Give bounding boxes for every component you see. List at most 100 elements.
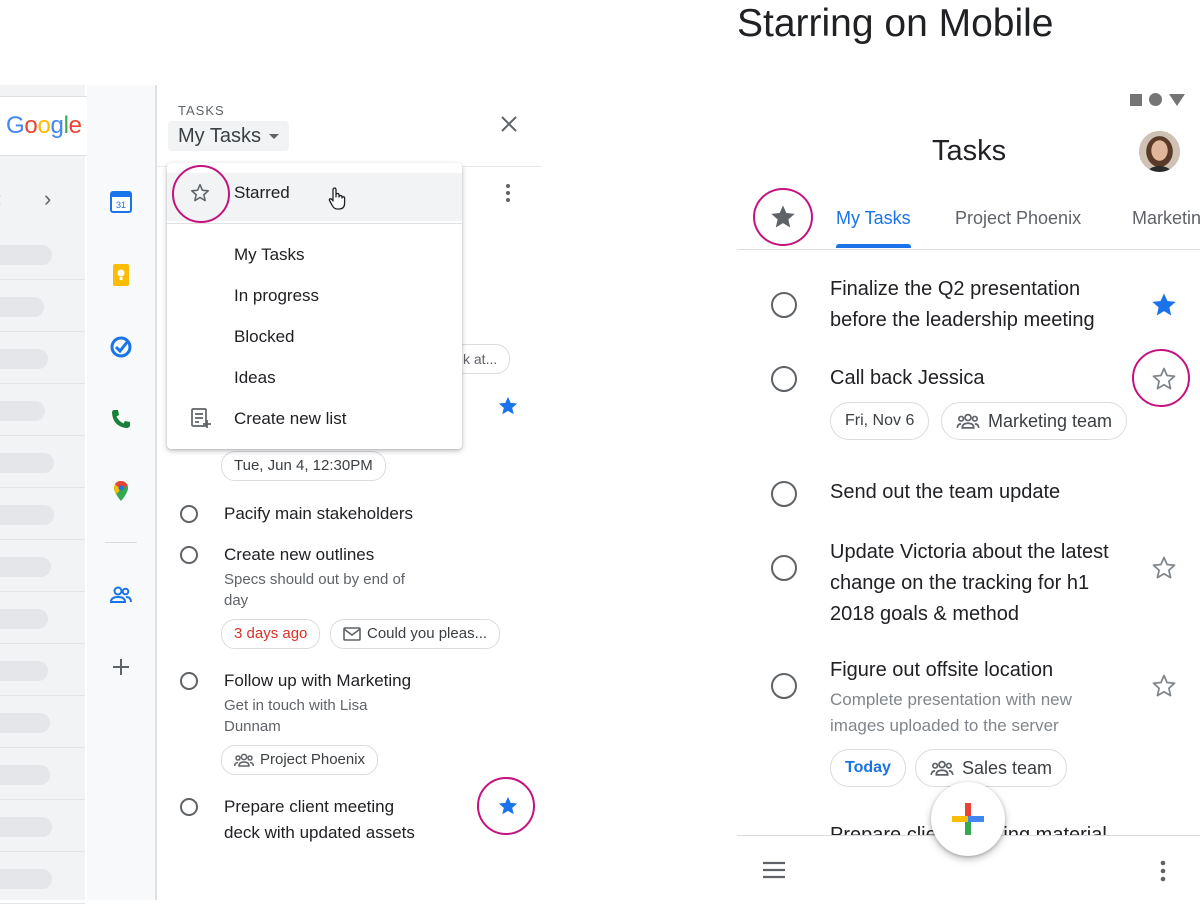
google-logo[interactable]: Google	[6, 112, 82, 140]
chevron-left-icon[interactable]: ‹	[0, 186, 1, 212]
list-item[interactable]	[0, 592, 85, 644]
highlight-ring	[477, 777, 535, 835]
chevron-right-icon[interactable]: ›	[44, 186, 51, 212]
due-chip[interactable]: 3 days ago	[221, 619, 321, 649]
group-chip[interactable]: Project Phoenix	[221, 745, 379, 775]
task-title[interactable]: Prepare client meeting	[224, 794, 394, 820]
task-checkbox[interactable]	[180, 798, 198, 816]
task-title[interactable]: Figure out offsite location	[830, 655, 1053, 686]
star-filled-icon[interactable]	[497, 395, 519, 417]
task-checkbox[interactable]	[180, 505, 198, 523]
close-icon[interactable]	[497, 112, 521, 136]
dropdown-item-ideas[interactable]: Ideas	[234, 368, 276, 388]
highlight-ring	[172, 165, 230, 223]
add-icon[interactable]	[109, 655, 133, 679]
dropdown-item-in-progress[interactable]: In progress	[234, 286, 319, 306]
playlist-add-icon	[190, 407, 212, 429]
task-title[interactable]: Create new outlines	[224, 542, 374, 568]
calendar-icon[interactable]: 31	[109, 190, 133, 214]
tab-marketing[interactable]: Marketin	[1132, 208, 1200, 229]
panel-label: TASKS	[178, 103, 225, 118]
side-panel-rail: 31	[87, 85, 157, 900]
list-item[interactable]	[0, 696, 85, 748]
group-chip[interactable]: Marketing team	[941, 402, 1128, 440]
dropdown-label-starred[interactable]: Starred	[234, 183, 290, 203]
task-title[interactable]: Pacify main stakeholders	[224, 501, 413, 527]
list-item[interactable]	[0, 332, 85, 384]
task-notes: day	[224, 592, 249, 609]
list-item[interactable]	[0, 488, 85, 540]
group-icon	[234, 753, 254, 767]
app-title: Tasks	[932, 135, 1007, 167]
plus-icon	[952, 803, 984, 835]
list-item[interactable]	[0, 644, 85, 696]
task-checkbox[interactable]	[771, 292, 797, 318]
tabs-divider	[737, 249, 1200, 250]
avatar[interactable]	[1139, 131, 1180, 172]
tab-project-phoenix[interactable]: Project Phoenix	[955, 208, 1081, 229]
svg-text:31: 31	[116, 200, 126, 210]
task-title[interactable]: Update Victoria about the latest	[830, 537, 1109, 568]
task-title[interactable]: 2018 goals & method	[830, 599, 1019, 630]
dropdown-divider	[167, 223, 462, 224]
task-title[interactable]: change on the tracking for h1	[830, 568, 1089, 599]
task-checkbox[interactable]	[771, 481, 797, 507]
tab-my-tasks[interactable]: My Tasks	[836, 208, 911, 229]
date-chip[interactable]: Today	[830, 749, 906, 787]
list-item[interactable]	[0, 748, 85, 800]
maps-icon[interactable]	[109, 479, 133, 503]
task-title[interactable]: Send out the team update	[830, 477, 1060, 508]
highlight-ring	[753, 188, 813, 246]
tasks-icon[interactable]	[109, 335, 133, 359]
star-outline-icon[interactable]	[1150, 554, 1178, 582]
group-chip-label: Project Phoenix	[260, 751, 366, 768]
list-selector[interactable]: My Tasks	[168, 121, 289, 151]
group-icon	[930, 760, 954, 776]
more-vert-icon[interactable]	[1155, 858, 1171, 884]
star-filled-icon[interactable]	[1150, 291, 1178, 319]
list-item[interactable]	[0, 384, 85, 436]
voice-phone-icon[interactable]	[109, 407, 133, 431]
list-item[interactable]	[0, 280, 85, 332]
task-checkbox[interactable]	[771, 673, 797, 699]
email-chip-label: Could you pleas...	[367, 625, 488, 642]
android-status-icons	[1130, 93, 1185, 106]
task-title[interactable]: deck with updated assets	[224, 820, 415, 846]
list-item[interactable]	[0, 852, 85, 904]
dropdown-item-my-tasks[interactable]: My Tasks	[234, 245, 305, 265]
menu-icon[interactable]	[761, 859, 787, 881]
list-item[interactable]	[0, 540, 85, 592]
task-title[interactable]: Finalize the Q2 presentation	[830, 274, 1080, 305]
hand-cursor-icon	[327, 187, 347, 211]
date-chip[interactable]: Fri, Nov 6	[830, 402, 930, 440]
task-checkbox[interactable]	[771, 555, 797, 581]
list-item[interactable]	[0, 228, 85, 280]
list-selector-label: My Tasks	[178, 125, 261, 147]
dropdown-item-create-list[interactable]: Create new list	[234, 409, 346, 429]
mail-icon	[343, 627, 361, 641]
task-notes: Dunnam	[224, 718, 281, 735]
active-tab-indicator	[836, 244, 911, 248]
contacts-icon[interactable]	[109, 583, 133, 607]
task-notes: images uploaded to the server	[830, 716, 1059, 735]
list-item[interactable]	[0, 436, 85, 488]
task-title[interactable]: Call back Jessica	[830, 363, 985, 394]
more-vert-icon[interactable]	[500, 182, 516, 204]
highlight-ring	[1132, 349, 1190, 407]
task-checkbox[interactable]	[771, 366, 797, 392]
task-notes: Specs should out by end of	[224, 571, 405, 588]
task-title[interactable]: Follow up with Marketing	[224, 668, 411, 694]
list-item[interactable]	[0, 800, 85, 852]
mobile-heading: Starring on Mobile	[737, 2, 1054, 45]
keep-icon[interactable]	[109, 263, 133, 287]
task-checkbox[interactable]	[180, 672, 198, 690]
dropdown-item-blocked[interactable]: Blocked	[234, 327, 294, 347]
star-outline-icon[interactable]	[1150, 672, 1178, 700]
task-notes: Get in touch with Lisa	[224, 697, 368, 714]
date-chip[interactable]: Tue, Jun 4, 12:30PM	[221, 451, 386, 481]
email-chip[interactable]: Could you pleas...	[330, 619, 501, 649]
circle-icon	[1149, 93, 1162, 106]
task-checkbox[interactable]	[180, 546, 198, 564]
task-title[interactable]: before the leadership meeting	[830, 305, 1095, 336]
add-task-fab[interactable]	[931, 782, 1005, 856]
